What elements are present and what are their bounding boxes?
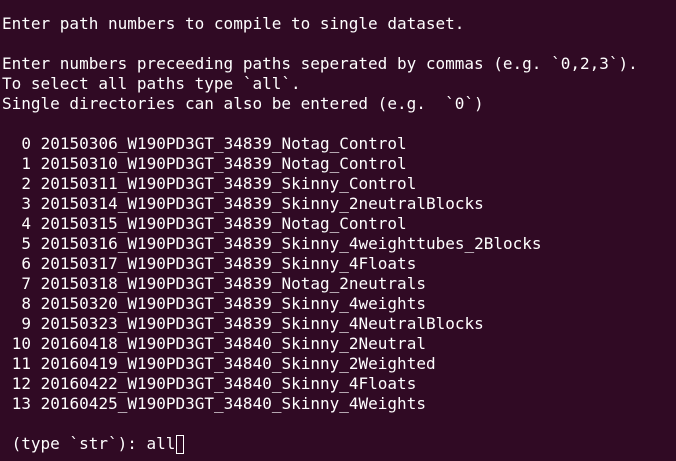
prompt-label: (type `str`): (2, 434, 147, 453)
terminal-window[interactable]: Enter path numbers to compile to single … (0, 0, 676, 461)
intro-text: Enter path numbers to compile to single … (2, 14, 465, 33)
path-name: 20150323_W190PD3GT_34839_Skinny_4Neutral… (40, 314, 484, 333)
path-index: 3 (21, 194, 31, 213)
path-index: 1 (21, 154, 31, 173)
path-name: 20150318_W190PD3GT_34839_Notag_2neutrals (40, 274, 426, 293)
path-name: 20150306_W190PD3GT_34839_Notag_Control (40, 134, 407, 153)
path-item: 5 20150316_W190PD3GT_34839_Skinny_4weigh… (2, 234, 676, 254)
path-index: 6 (21, 254, 31, 273)
path-index: 2 (21, 174, 31, 193)
path-item: 13 20160425_W190PD3GT_34840_Skinny_4Weig… (2, 394, 676, 414)
path-item: 9 20150323_W190PD3GT_34839_Skinny_4Neutr… (2, 314, 676, 334)
path-name: 20150310_W190PD3GT_34839_Notag_Control (40, 154, 407, 173)
path-name: 20150315_W190PD3GT_34839_Notag_Control (40, 214, 407, 233)
path-item: 10 20160418_W190PD3GT_34840_Skinny_2Neut… (2, 334, 676, 354)
path-index: 11 (11, 354, 31, 373)
path-index: 8 (21, 294, 31, 313)
path-item: 11 20160419_W190PD3GT_34840_Skinny_2Weig… (2, 354, 676, 374)
path-name: 20150320_W190PD3GT_34839_Skinny_4weights (40, 294, 426, 313)
path-index: 9 (21, 314, 31, 333)
instruction-line: To select all paths type `all`. (2, 74, 301, 93)
path-item: 7 20150318_W190PD3GT_34839_Notag_2neutra… (2, 274, 676, 294)
path-name: 20150314_W190PD3GT_34839_Skinny_2neutral… (40, 194, 484, 213)
path-index: 7 (21, 274, 31, 293)
path-index: 5 (21, 234, 31, 253)
path-name: 20150311_W190PD3GT_34839_Skinny_Control (40, 174, 417, 193)
path-item: 6 20150317_W190PD3GT_34839_Skinny_4Float… (2, 254, 676, 274)
instruction-line: Single directories can also be entered (… (2, 94, 484, 113)
path-index: 13 (11, 394, 31, 413)
path-item: 0 20150306_W190PD3GT_34839_Notag_Control (2, 134, 676, 154)
path-index: 12 (11, 374, 31, 393)
text-cursor (176, 434, 185, 454)
path-index: 10 (11, 334, 31, 353)
path-name: 20150317_W190PD3GT_34839_Skinny_4Floats (40, 254, 417, 273)
path-item: 2 20150311_W190PD3GT_34839_Skinny_Contro… (2, 174, 676, 194)
path-item: 3 20150314_W190PD3GT_34839_Skinny_2neutr… (2, 194, 676, 214)
path-name: 20160425_W190PD3GT_34840_Skinny_4Weights (40, 394, 426, 413)
path-name: 20160419_W190PD3GT_34840_Skinny_2Weighte… (40, 354, 436, 373)
path-item: 4 20150315_W190PD3GT_34839_Notag_Control (2, 214, 676, 234)
input-prompt-row[interactable]: (type `str`): all (2, 434, 676, 454)
command-input[interactable]: all (147, 434, 176, 454)
path-name: 20160422_W190PD3GT_34840_Skinny_4Floats (40, 374, 417, 393)
path-index: 4 (21, 214, 31, 233)
instruction-line: Enter numbers preceeding paths seperated… (2, 54, 638, 73)
path-name: 20160418_W190PD3GT_34840_Skinny_2Neutral (40, 334, 426, 353)
path-item: 1 20150310_W190PD3GT_34839_Notag_Control (2, 154, 676, 174)
path-item: 12 20160422_W190PD3GT_34840_Skinny_4Floa… (2, 374, 676, 394)
path-item: 8 20150320_W190PD3GT_34839_Skinny_4weigh… (2, 294, 676, 314)
path-list: 0 20150306_W190PD3GT_34839_Notag_Control… (2, 134, 676, 414)
path-name: 20150316_W190PD3GT_34839_Skinny_4weightt… (40, 234, 542, 253)
path-index: 0 (21, 134, 31, 153)
